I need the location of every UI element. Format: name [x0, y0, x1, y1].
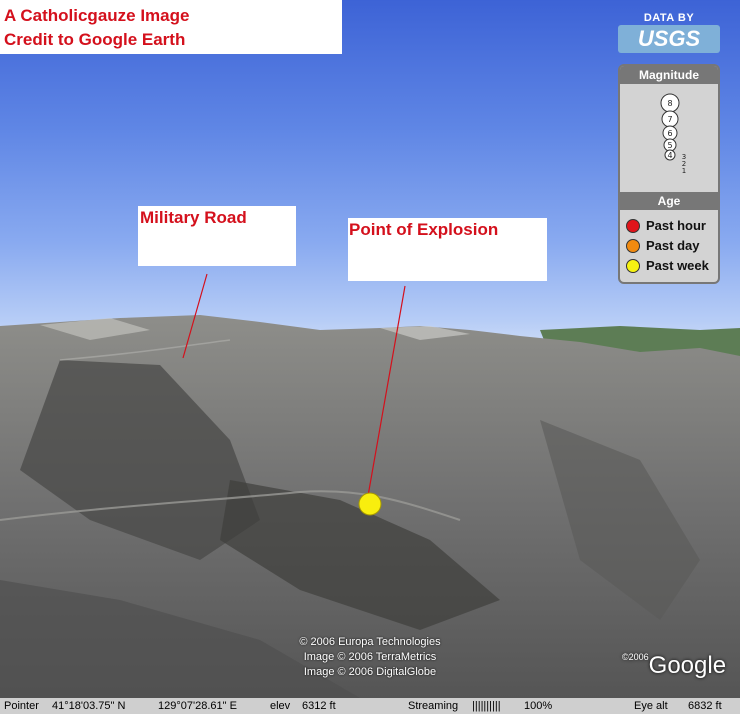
magnitude-label-1: 1 [682, 167, 686, 175]
age-label: Past week [646, 258, 709, 273]
age-row-past-week: Past week [626, 258, 709, 273]
attribution-line: Image © 2006 DigitalGlobe [303, 666, 437, 678]
magnitude-label-6: 6 [667, 129, 672, 138]
usgs-badge[interactable]: DATA BY USGS [618, 12, 720, 56]
age-label: Past day [646, 238, 700, 253]
usgs-logo: USGS [618, 25, 720, 53]
magnitude-label-8: 8 [667, 99, 672, 108]
magnitude-title: Magnitude [620, 66, 718, 84]
pointer-longitude: 129°07'28.61" E [158, 700, 237, 712]
google-copyright: ©2006 [622, 652, 649, 662]
magnitude-label-5: 5 [667, 141, 672, 150]
map-view[interactable]: A Catholicgauze Image Credit to Google E… [0, 0, 740, 714]
google-wordmark: Google [648, 652, 727, 679]
age-row-past-hour: Past hour [626, 218, 706, 233]
yellow-dot-icon [626, 258, 640, 273]
status-bar: Pointer 41°18'03.75" N 129°07'28.61" E e… [0, 698, 740, 714]
age-title: Age [620, 192, 718, 210]
imagery-attribution: © 2006 Europa Technologies Image © 2006 … [260, 635, 480, 680]
pointer-latitude: 41°18'03.75" N [52, 700, 126, 712]
streaming-label: Streaming [408, 700, 459, 712]
attribution-line: Image © 2006 TerraMetrics [303, 651, 437, 663]
age-row-past-day: Past day [626, 238, 699, 253]
explosion-marker[interactable] [358, 492, 382, 516]
magnitude-label-4: 4 [667, 151, 672, 160]
magnitude-label-7: 7 [667, 115, 672, 124]
point-of-explosion-label: Point of Explosion [348, 218, 547, 281]
streaming-bar: |||||||||| [472, 700, 501, 712]
red-dot-icon [626, 218, 640, 233]
elev-value: 6312 ft [302, 700, 336, 712]
credit-box: A Catholicgauze Image Credit to Google E… [0, 0, 342, 54]
google-logo: ©2006Google [622, 652, 726, 680]
credit-line: Credit to Google Earth [4, 30, 186, 49]
military-road-label: Military Road [138, 206, 296, 266]
eye-alt-label: Eye alt [634, 700, 668, 712]
orange-dot-icon [626, 238, 640, 253]
age-label: Past hour [646, 218, 706, 233]
data-by-text: DATA BY [643, 12, 695, 24]
credit-line: A Catholicgauze Image [4, 6, 190, 25]
attribution-line: © 2006 Europa Technologies [299, 636, 441, 648]
magnitude-scale: 87654 321 [660, 93, 686, 175]
elev-label: elev [270, 700, 291, 712]
eye-alt-value: 6832 ft [688, 700, 722, 712]
earthquake-legend: Magnitude 87654321 Age Past hour Past da… [618, 64, 720, 284]
pointer-label: Pointer [4, 700, 39, 712]
streaming-percent: 100% [524, 700, 553, 712]
